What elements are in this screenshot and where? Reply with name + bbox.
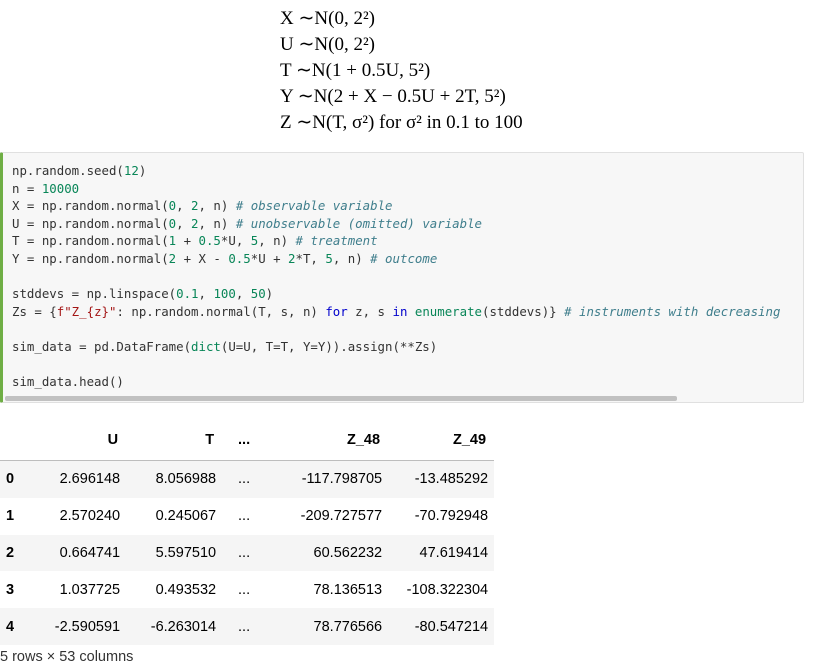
cell-z48: 78.136513 — [313, 581, 383, 598]
cell-ellipsis: ... — [238, 581, 251, 598]
cell-z49: -80.547214 — [388, 608, 495, 645]
cell-t: -6.263014 — [126, 608, 223, 645]
cell-ellipsis: ... — [222, 534, 267, 572]
equation-z: Z ∼N(T, σ²) for σ² in 0.1 to 100 — [280, 112, 523, 133]
cell-z48: 60.562232 — [266, 534, 389, 572]
row-index: 2 — [0, 534, 21, 572]
cell-z48: 78.776566 — [266, 608, 389, 645]
row-index: 1 — [6, 508, 15, 525]
index-header — [0, 420, 20, 461]
cell-u: 1.037725 — [59, 581, 121, 598]
code-editor[interactable]: np.random.seed(12) n = 10000 X = np.rand… — [12, 162, 780, 391]
equation-x: X ∼N(0, 2²) — [280, 8, 375, 29]
horizontal-scrollbar[interactable] — [5, 396, 677, 401]
cell-t: 5.597510 — [126, 534, 223, 572]
cell-t: 8.056988 — [126, 460, 223, 498]
equation-u: U ∼N(0, 2²) — [280, 34, 375, 55]
table-row: 1 2.570240 0.245067 ... -209.727577 -70.… — [0, 498, 494, 535]
table-row: 2 0.664741 5.597510 ... 60.562232 47.619… — [0, 534, 495, 572]
math-equations: X ∼N(0, 2²) U ∼N(0, 2²) T ∼N(1 + 0.5U, 5… — [280, 6, 600, 136]
cell-z49: 47.619414 — [388, 534, 495, 572]
table-row: 4 -2.590591 -6.263014 ... 78.776566 -80.… — [0, 608, 495, 645]
equation-y: Y ∼N(2 + X − 0.5U + 2T, 5²) — [280, 86, 506, 107]
table-header-row: U T ... Z_48 Z_49 — [0, 420, 495, 461]
cell-ellipsis: ... — [222, 608, 267, 645]
cell-u: -2.590591 — [20, 608, 127, 645]
cell-t: 0.245067 — [155, 508, 217, 525]
equation-t: T ∼N(1 + 0.5U, 5²) — [280, 60, 431, 81]
dataframe-table: U T ... Z_48 Z_49 0 2.696148 8.056988 ..… — [0, 420, 495, 645]
column-header-z48: Z_48 — [347, 432, 381, 448]
cell-z48: -117.798705 — [266, 460, 389, 498]
cell-ellipsis: ... — [222, 460, 267, 498]
cell-z48: -209.727577 — [300, 508, 383, 525]
cell-z49: -108.322304 — [406, 581, 489, 598]
cell-ellipsis: ... — [238, 508, 251, 525]
dataframe-output: U T ... Z_48 Z_49 0 2.696148 8.056988 ..… — [0, 420, 495, 645]
cell-u: 2.570240 — [59, 508, 121, 525]
row-index: 3 — [6, 581, 15, 598]
column-header-u: U — [107, 432, 119, 448]
column-header-ellipsis: ... — [238, 432, 251, 448]
cell-z49: -13.485292 — [388, 460, 495, 498]
row-index: 0 — [0, 460, 21, 498]
dataframe-shape: 5 rows × 53 columns — [0, 649, 134, 665]
row-index: 4 — [0, 608, 21, 645]
cell-t: 0.493532 — [155, 581, 217, 598]
cell-u: 0.664741 — [20, 534, 127, 572]
cell-z49: -70.792948 — [414, 508, 489, 525]
column-header-t: T — [205, 432, 215, 448]
column-header-z49: Z_49 — [453, 432, 487, 448]
cell-u: 2.696148 — [20, 460, 127, 498]
code-cell[interactable]: np.random.seed(12) n = 10000 X = np.rand… — [0, 152, 804, 403]
table-row: 0 2.696148 8.056988 ... -117.798705 -13.… — [0, 460, 495, 498]
table-row: 3 1.037725 0.493532 ... 78.136513 -108.3… — [0, 571, 494, 608]
